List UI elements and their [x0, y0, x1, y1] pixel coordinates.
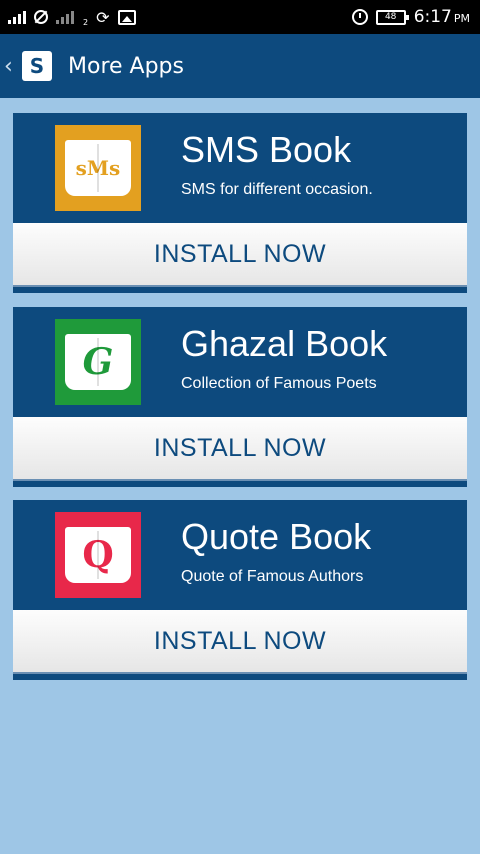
app-icon-text: Q	[82, 534, 114, 576]
app-icon-text: sMs	[75, 156, 121, 180]
app-logo-icon[interactable]: S	[22, 51, 52, 81]
app-card-quote-book: Q Quote Book Quote of Famous Authors INS…	[13, 500, 467, 680]
status-right-icons: 48 6:17 PM	[351, 7, 470, 27]
app-card-sms-book: sMs SMS Book SMS for different occasion.…	[13, 113, 467, 293]
app-subtitle: Quote of Famous Authors	[181, 568, 364, 585]
app-card-header: sMs SMS Book SMS for different occasion.	[13, 113, 467, 223]
sms-book-icon: sMs	[55, 125, 141, 211]
app-card-header: G Ghazal Book Collection of Famous Poets	[13, 307, 467, 417]
alarm-icon	[351, 9, 368, 25]
signal-icon	[8, 10, 26, 24]
status-bar: 2 ⟳ 48 6:17 PM	[0, 0, 480, 34]
no-signal-icon	[34, 10, 48, 24]
book-icon: G	[65, 334, 131, 390]
clock: 6:17 PM	[414, 7, 470, 27]
app-card-header: Q Quote Book Quote of Famous Authors	[13, 500, 467, 610]
card-divider	[13, 479, 467, 487]
battery-icon: 48	[375, 9, 409, 25]
back-chevron-icon[interactable]: ‹	[4, 54, 18, 79]
app-card-ghazal-book: G Ghazal Book Collection of Famous Poets…	[13, 307, 467, 487]
book-icon: sMs	[65, 140, 131, 196]
app-title: Ghazal Book	[181, 323, 388, 364]
app-logo-letter: S	[29, 54, 45, 78]
app-title: Quote Book	[181, 516, 372, 557]
install-now-button[interactable]: INSTALL NOW	[13, 417, 467, 479]
status-left-icons: 2 ⟳	[8, 8, 136, 27]
card-divider	[13, 285, 467, 293]
battery-level: 48	[384, 11, 397, 22]
clock-time: 6:17	[413, 7, 452, 27]
app-subtitle: Collection of Famous Poets	[181, 375, 377, 392]
sync-icon: ⟳	[96, 7, 110, 27]
ghazal-book-icon: G	[55, 319, 141, 405]
clock-ampm: PM	[453, 12, 470, 25]
quote-book-icon: Q	[55, 512, 141, 598]
image-icon	[117, 9, 136, 25]
install-now-button[interactable]: INSTALL NOW	[13, 610, 467, 672]
install-now-button[interactable]: INSTALL NOW	[13, 223, 467, 285]
card-divider	[13, 672, 467, 680]
app-subtitle: SMS for different occasion.	[181, 181, 373, 198]
signal-sim2-icon	[56, 10, 74, 24]
app-bar: ‹ S More Apps	[0, 34, 480, 98]
app-icon-text: G	[82, 341, 114, 383]
book-icon: Q	[65, 527, 131, 583]
page-title: More Apps	[68, 53, 184, 79]
sim2-label: 2	[83, 17, 89, 27]
app-title: SMS Book	[181, 129, 352, 170]
